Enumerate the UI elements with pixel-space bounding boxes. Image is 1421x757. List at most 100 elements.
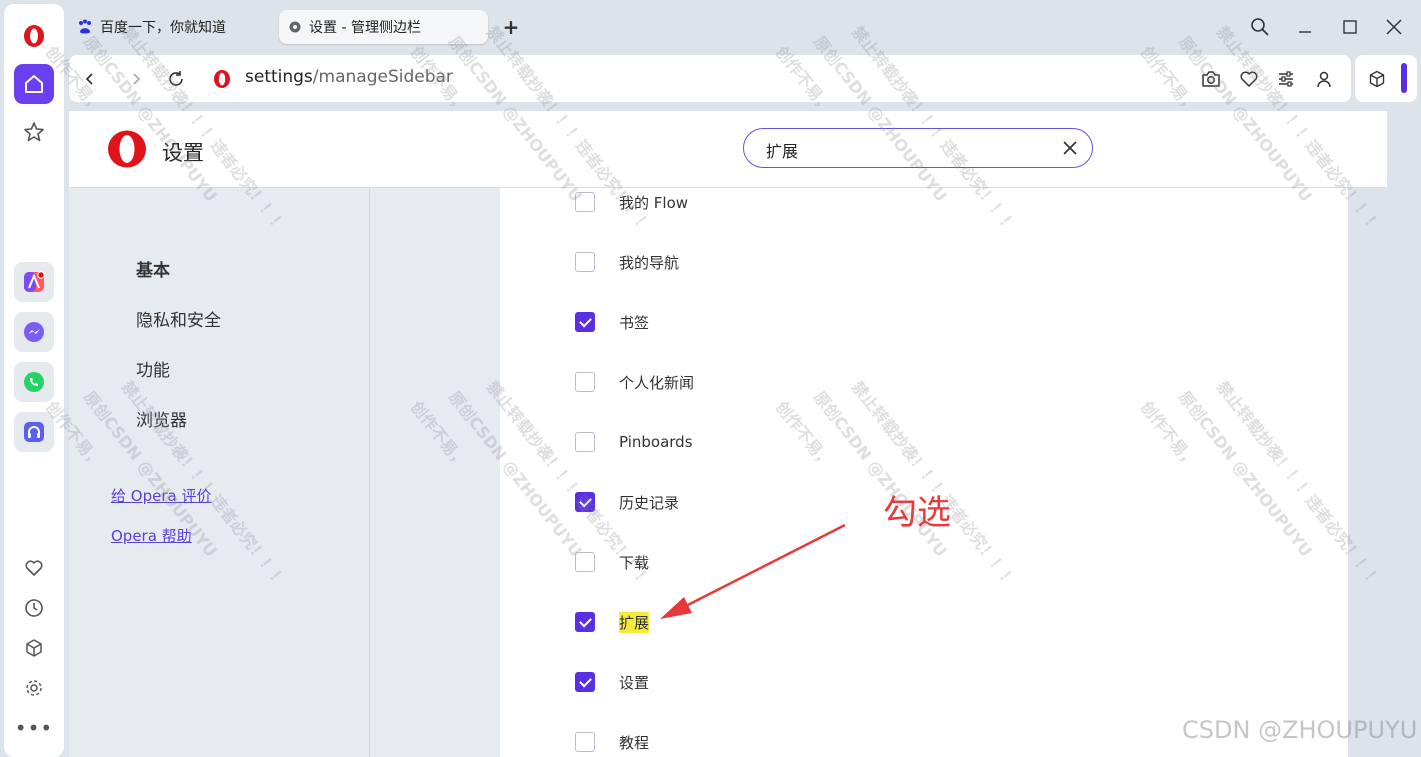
music-player-app-button[interactable] [14,412,54,452]
option-label: 我的 Flow [619,193,689,212]
tab-settings[interactable]: 设置 - 管理侧边栏 [279,10,488,44]
clear-search-icon[interactable] [1062,140,1078,156]
forward-button[interactable] [124,67,148,91]
cube-icon [26,639,42,657]
whatsapp-app-button[interactable] [14,362,54,402]
minimize-icon [1299,31,1311,33]
url-field[interactable]: settings/manageSidebar [245,67,453,87]
home-button[interactable] [14,64,54,104]
option-label: 书签 [619,313,650,332]
snapshot-button[interactable] [1199,67,1223,91]
whatsapp-icon [24,372,44,392]
option-label: Pinboards [619,433,693,451]
rate-opera-link[interactable]: 给 Opera 评价 [111,485,211,506]
tab-baidu[interactable]: 百度一下，你就知道 [68,10,273,44]
sidebar-option-row[interactable]: 我的导航 [575,251,679,273]
option-label: 个人化新闻 [619,373,695,392]
checkbox[interactable] [575,372,595,392]
nav-browser[interactable]: 浏览器 [136,406,187,431]
settings-gutter [369,188,500,757]
opera-logo-icon [24,25,44,47]
aria-icon [24,271,45,292]
checkbox[interactable] [575,192,595,212]
checkbox[interactable] [575,612,595,632]
maximize-icon [1343,20,1357,34]
sidebar-toggle-indicator[interactable] [1401,63,1407,93]
chevron-left-icon [85,73,93,85]
checkbox[interactable] [575,432,595,452]
easy-setup-button[interactable] [1274,67,1298,91]
gear-icon [26,680,42,696]
sidebar-option-row[interactable]: 书签 [575,311,649,333]
baidu-paw-icon [79,19,91,34]
opera-logo-icon [108,130,146,168]
profile-button[interactable] [1312,67,1336,91]
chevron-right-icon [133,73,141,85]
heart-icon [1240,71,1258,87]
sidebar-option-row[interactable]: 扩展 [575,611,650,633]
checkbox[interactable] [575,252,595,272]
aria-app-button[interactable] [14,262,54,302]
messenger-app-button[interactable] [14,312,54,352]
checkbox[interactable] [575,552,595,572]
settings-button[interactable] [14,668,54,708]
sidebar-option-row[interactable]: 个人化新闻 [575,371,694,393]
back-button[interactable] [78,67,102,91]
nav-privacy[interactable]: 隐私和安全 [136,306,221,331]
history-button[interactable] [14,588,54,628]
opera-logo-icon [214,70,230,88]
option-label: 我的导航 [619,253,680,272]
extensions-button[interactable] [14,628,54,668]
nav-basic[interactable]: 基本 [136,256,170,281]
sidebar-option-row[interactable]: Pinboards [575,431,693,453]
pinned-button[interactable] [14,112,54,152]
option-label: 设置 [619,673,650,692]
address-bar: settings/manageSidebar [69,55,1351,102]
sidebar-option-row[interactable]: 历史记录 [575,491,679,513]
search-query: 扩展 [766,142,799,161]
opera-menu-button[interactable] [14,16,54,56]
tab-title: 设置 - 管理侧边栏 [309,20,421,36]
opera-help-link[interactable]: Opera 帮助 [111,525,192,546]
user-icon [1317,71,1331,88]
reload-icon [169,71,183,86]
sidebar-option-row[interactable]: 我的 Flow [575,191,688,213]
sidebar-option-row[interactable]: 设置 [575,671,649,693]
settings-search-input[interactable]: 扩展 [743,128,1093,168]
minimize-button[interactable] [1292,14,1318,40]
star-outline-icon [24,122,44,142]
annotation-label: 勾选 [883,493,951,533]
headphones-icon [24,422,44,442]
reload-button[interactable] [164,67,188,91]
more-button[interactable]: ••• [14,708,54,748]
plus-icon: + [502,15,520,39]
csdn-footer-watermark: CSDN @ZHOUPUYU [1182,716,1418,744]
checkbox[interactable] [575,312,595,332]
gear-icon [289,21,301,33]
tab-title: 百度一下，你就知道 [100,20,226,36]
bookmark-button[interactable] [1237,67,1261,91]
annotation-arrow [660,523,846,619]
checkbox[interactable] [575,732,595,752]
new-tab-button[interactable]: + [498,14,524,40]
favorites-button[interactable] [14,548,54,588]
home-icon [25,75,43,93]
nav-features[interactable]: 功能 [136,356,170,381]
site-info-button[interactable] [210,67,234,91]
search-icon [1251,18,1269,36]
checkbox[interactable] [575,492,595,512]
sidebar-option-row[interactable]: 下载 [575,551,649,573]
option-label: 历史记录 [619,493,680,512]
settings-header: 设置 扩展 [69,111,1387,188]
maximize-button[interactable] [1337,14,1363,40]
close-window-button[interactable] [1381,14,1407,40]
extensions-button[interactable] [1365,67,1389,91]
messenger-icon [24,322,44,342]
heart-icon [25,560,43,576]
checkbox[interactable] [575,672,595,692]
sidebar-option-row[interactable]: 教程 [575,731,649,753]
settings-nav-panel [69,188,369,757]
cube-icon [1369,70,1385,88]
url-host: settings [245,67,313,87]
tab-search-button[interactable] [1247,14,1273,40]
